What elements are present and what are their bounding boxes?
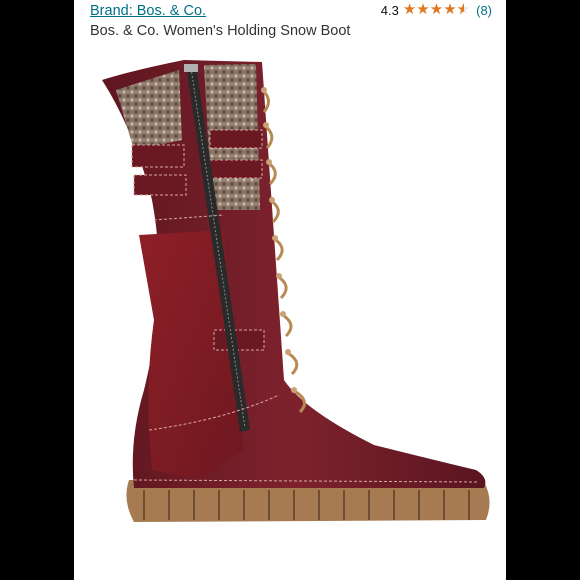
rating-value: 4.3 — [380, 2, 399, 18]
product-title: Bos. & Co. Women's Holding Snow Boot — [90, 23, 351, 39]
rating-count-link[interactable]: (8) — [476, 3, 492, 18]
product-card: Brand: Bos. & Co. 4.3 ★ ★ ★ ★ ★ (8) Bos.… — [74, 0, 506, 580]
brand-link[interactable]: Brand: Bos. & Co. — [90, 3, 206, 19]
boot-product-image[interactable] — [74, 50, 506, 580]
rating-widget[interactable]: 4.3 ★ ★ ★ ★ ★ (8) — [380, 1, 492, 19]
star-full-icon: ★ — [429, 1, 444, 18]
star-full-icon: ★ — [402, 1, 417, 18]
star-full-icon: ★ — [443, 1, 457, 18]
star-half-icon: ★ — [457, 2, 470, 19]
star-rating[interactable]: ★ ★ ★ ★ ★ — [402, 1, 470, 19]
star-full-icon: ★ — [416, 1, 430, 18]
